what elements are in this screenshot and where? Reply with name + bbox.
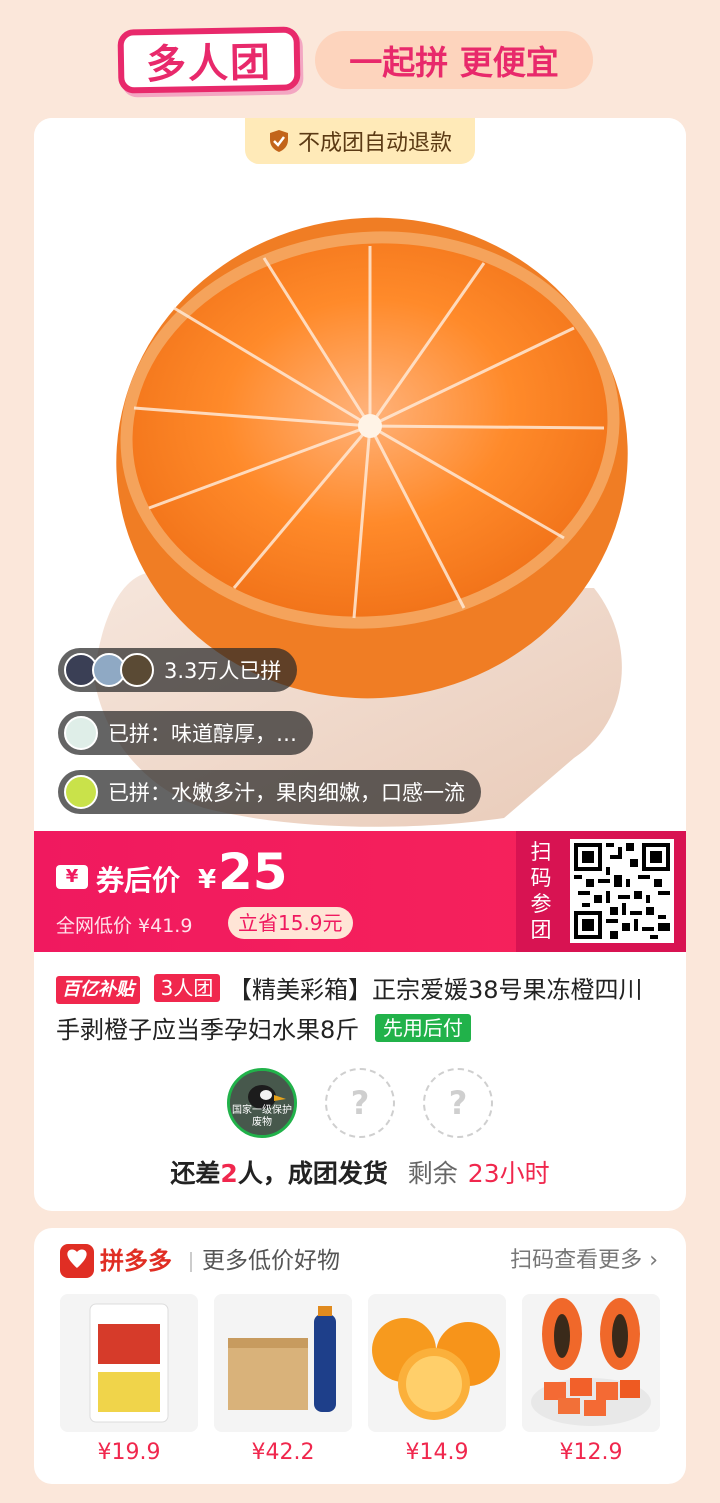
joined-count-text: 3.3万人已拼 bbox=[164, 659, 282, 683]
comment-pill: 已拼：水嫩多汁，果肉细嫩，口感一流 bbox=[58, 770, 481, 814]
item-price: ¥19.9 bbox=[97, 1440, 161, 1465]
item-price: ¥42.2 bbox=[251, 1440, 315, 1465]
item-thumbnail bbox=[214, 1294, 352, 1432]
avatar bbox=[64, 716, 98, 750]
recommend-item[interactable]: ¥12.9 bbox=[522, 1294, 660, 1465]
remain-label: 剩余 bbox=[407, 1159, 458, 1188]
joined-avatars bbox=[64, 653, 154, 687]
see-more-text: 扫码查看更多 bbox=[510, 1248, 643, 1273]
remain-time: 23小时 bbox=[467, 1159, 550, 1188]
oranges-image bbox=[368, 1294, 506, 1432]
group-status: 还差2人，成团发货 剩余 23小时 bbox=[34, 1154, 686, 1190]
product-title-block[interactable]: 百亿补贴 3人团 【精美彩箱】正宗爱媛38号果冻橙四川手剥橙子应当季孕妇水果8斤… bbox=[56, 970, 666, 1050]
divider bbox=[190, 1252, 192, 1272]
refund-text: 不成团自动退款 bbox=[297, 131, 452, 156]
comment-text: 已拼：水嫩多汁，果肉细嫩，口感一流 bbox=[108, 781, 465, 805]
qr-code-icon bbox=[574, 843, 670, 939]
status-suffix: 人，成团发货 bbox=[237, 1159, 388, 1188]
pay-later-tag: 先用后付 bbox=[374, 1014, 471, 1042]
price-label: 券后价 bbox=[96, 864, 181, 897]
papaya-image bbox=[522, 1294, 660, 1432]
item-thumbnail bbox=[522, 1294, 660, 1432]
joined-count-pill: 3.3万人已拼 bbox=[58, 648, 298, 692]
brand-badge: 多人团 bbox=[117, 26, 301, 94]
recommend-item[interactable]: ¥19.9 bbox=[60, 1294, 198, 1465]
price-value: 25 bbox=[218, 843, 288, 901]
subsidy-tag: 百亿补贴 bbox=[56, 976, 140, 1004]
product-card[interactable]: 不成团自动退款 3.3万人已拼 已拼：味道醇厚，… 已拼：水嫩多汁，果肉细嫩，口… bbox=[34, 118, 686, 1211]
recommend-card: 拼多多 更多低价好物 扫码查看更多 › ¥19.9 ¥42.2 ¥14.9 ¥1… bbox=[34, 1228, 686, 1484]
price-bar: ¥ 券后价 ¥ 25 全网低价 ¥41.9 立省15.9元 扫码参团 bbox=[34, 831, 686, 952]
avatar bbox=[120, 653, 154, 687]
slogan-pill: 一起拼 更便宜 bbox=[315, 31, 593, 89]
avatar bbox=[64, 775, 98, 809]
shield-check-icon bbox=[269, 130, 288, 152]
refund-badge: 不成团自动退款 bbox=[245, 118, 475, 164]
item-price: ¥12.9 bbox=[559, 1440, 623, 1465]
item-price: ¥14.9 bbox=[405, 1440, 469, 1465]
qr-code[interactable] bbox=[570, 839, 674, 943]
group-size-tag: 3人团 bbox=[153, 974, 221, 1002]
see-more-link[interactable]: 扫码查看更多 › bbox=[510, 1244, 658, 1278]
comment-pill: 已拼：味道醇厚，… bbox=[58, 711, 313, 755]
status-count: 2 bbox=[220, 1159, 238, 1188]
empty-slot[interactable]: ? bbox=[423, 1068, 493, 1138]
tea-box-image bbox=[214, 1294, 352, 1432]
item-thumbnail bbox=[60, 1294, 198, 1432]
status-prefix: 还差 bbox=[170, 1159, 221, 1188]
recommend-item[interactable]: ¥14.9 bbox=[368, 1294, 506, 1465]
chevron-right-icon: › bbox=[649, 1248, 658, 1273]
price-currency: ¥ bbox=[198, 865, 217, 895]
member-caption: 国家一级保护废物 bbox=[232, 1105, 292, 1128]
pinduoduo-brand: 拼多多 bbox=[100, 1247, 172, 1275]
empty-slot[interactable]: ? bbox=[325, 1068, 395, 1138]
recommend-item[interactable]: ¥42.2 bbox=[214, 1294, 352, 1465]
header: 多人团 一起拼 更便宜 bbox=[0, 0, 720, 118]
product-title: 【精美彩箱】正宗爱媛38号果冻橙四川手剥橙子应当季孕妇水果8斤 bbox=[56, 976, 643, 1044]
item-thumbnail bbox=[368, 1294, 506, 1432]
save-amount-pill: 立省15.9元 bbox=[228, 907, 353, 939]
flour-bag-image bbox=[60, 1294, 198, 1432]
pinduoduo-logo-icon bbox=[60, 1244, 94, 1278]
qr-panel[interactable]: 扫码参团 bbox=[516, 831, 686, 952]
original-price: 全网低价 ¥41.9 bbox=[56, 915, 193, 937]
recommend-subtitle: 更多低价好物 bbox=[202, 1248, 340, 1274]
comment-text: 已拼：味道醇厚，… bbox=[108, 722, 297, 746]
member-avatar: 国家一级保护废物 bbox=[227, 1068, 297, 1138]
coupon-icon: ¥ bbox=[56, 865, 88, 889]
qr-label: 扫码参团 bbox=[530, 840, 552, 942]
